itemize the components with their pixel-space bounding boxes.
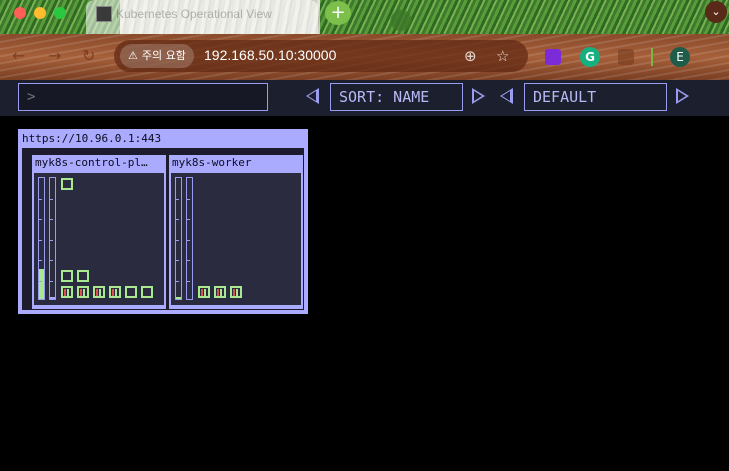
gauge-tick [176,281,179,282]
gauge-fill [176,297,181,299]
gauge-tick [50,240,53,241]
pod[interactable] [77,286,89,298]
toolbar-divider [651,48,653,66]
pod[interactable] [214,286,226,298]
pod[interactable] [141,286,153,298]
pod[interactable] [125,286,137,298]
filter-input[interactable] [18,83,268,111]
memory-gauge [49,177,56,300]
node-control-plane[interactable]: myk8s-control-pl… [32,155,166,309]
back-icon[interactable]: ← [12,46,25,65]
pod[interactable] [230,286,242,298]
pod-resource-bar [99,289,101,296]
node-worker[interactable]: myk8s-worker [169,155,303,309]
cluster-body: myk8s-control-pl… myk8s-worker [22,148,304,310]
cluster-api-url: https://10.96.0.1:443 [22,132,162,145]
gauge-tick [39,199,42,200]
sort-prev-arrow-icon[interactable] [306,88,319,104]
pod[interactable] [93,286,105,298]
gauge-tick [176,219,179,220]
gauge-tick [187,260,190,261]
new-tab-button[interactable]: + [325,1,351,25]
node-body [34,173,164,305]
browser-tab-bar: Kubernetes Operational View + ⌄ [0,0,729,34]
theme-selector[interactable]: DEFAULT [524,83,667,111]
gauge-tick [39,281,42,282]
pod-resource-bar [220,289,222,296]
window-minimize-button[interactable] [34,7,46,19]
reload-icon[interactable]: ↻ [82,46,95,65]
cpu-gauge [175,177,182,300]
cpu-gauge [38,177,45,300]
gauge-tick [187,199,190,200]
pod[interactable] [61,178,73,190]
pod-resource-bar [204,289,206,296]
gauge-tick [176,199,179,200]
node-name: myk8s-worker [172,156,252,169]
gauge-tick [39,219,42,220]
security-label: 주의 요함 [141,49,186,62]
pod-resource-bar [236,289,238,296]
pod[interactable] [61,286,73,298]
warning-icon: ⚠ [128,49,138,62]
pod-resource-bar [217,289,219,296]
theme-prev-arrow-icon[interactable] [500,88,513,104]
favicon-icon [96,6,112,22]
theme-next-arrow-icon[interactable] [676,88,689,104]
sort-next-arrow-icon[interactable] [472,88,485,104]
pod[interactable] [109,286,121,298]
address-bar[interactable]: ⚠ 주의 요함 192.168.50.10:30000 ⊕ ☆ [114,40,528,72]
pod[interactable] [198,286,210,298]
gauge-tick [187,219,190,220]
pod-resource-bar [67,289,69,296]
node-body [171,173,301,305]
pod-resource-bar [83,289,85,296]
gauge-tick [187,240,190,241]
pod[interactable] [61,270,73,282]
sort-selector[interactable]: SORT: NAME [330,83,463,111]
pod-resource-bar [64,289,66,296]
gauge-tick [176,260,179,261]
extension-icon[interactable] [545,49,561,65]
node-name: myk8s-control-pl… [35,156,148,169]
gauge-tick [187,281,190,282]
gauge-fill [39,269,44,299]
gauge-tick [39,260,42,261]
gauge-tick [176,240,179,241]
app-header: SORT: NAME DEFAULT [0,80,729,116]
zoom-icon[interactable]: ⊕ [464,47,477,65]
extensions-puzzle-icon[interactable] [618,49,634,65]
url-text[interactable]: 192.168.50.10:30000 [204,47,336,63]
pod-resource-bar [115,289,117,296]
browser-tab[interactable]: Kubernetes Operational View [86,0,318,34]
browser-toolbar: ← → ↻ ⚠ 주의 요함 192.168.50.10:30000 ⊕ ☆ G E [0,34,729,80]
gauge-tick [50,260,53,261]
cluster-box[interactable]: https://10.96.0.1:443 myk8s-control-pl… … [18,129,308,314]
window-maximize-button[interactable] [54,7,66,19]
bookmark-star-icon[interactable]: ☆ [496,47,509,65]
window-close-button[interactable] [14,7,26,19]
gauge-tick [50,281,53,282]
pod-resource-bar [112,289,114,296]
pod-resource-bar [96,289,98,296]
pod-resource-bar [201,289,203,296]
tab-title: Kubernetes Operational View [116,7,272,21]
grammarly-icon[interactable]: G [580,47,600,67]
profile-avatar[interactable]: E [670,47,690,67]
forward-icon[interactable]: → [48,46,61,65]
pod-resource-bar [233,289,235,296]
gauge-tick [50,219,53,220]
gauge-tick [39,240,42,241]
security-indicator[interactable]: ⚠ 주의 요함 [120,44,194,68]
gauge-fill [50,297,55,299]
tab-search-chevron-down-icon[interactable]: ⌄ [705,1,727,23]
gauge-tick [50,199,53,200]
pod-resource-bar [80,289,82,296]
memory-gauge [186,177,193,300]
pod[interactable] [77,270,89,282]
